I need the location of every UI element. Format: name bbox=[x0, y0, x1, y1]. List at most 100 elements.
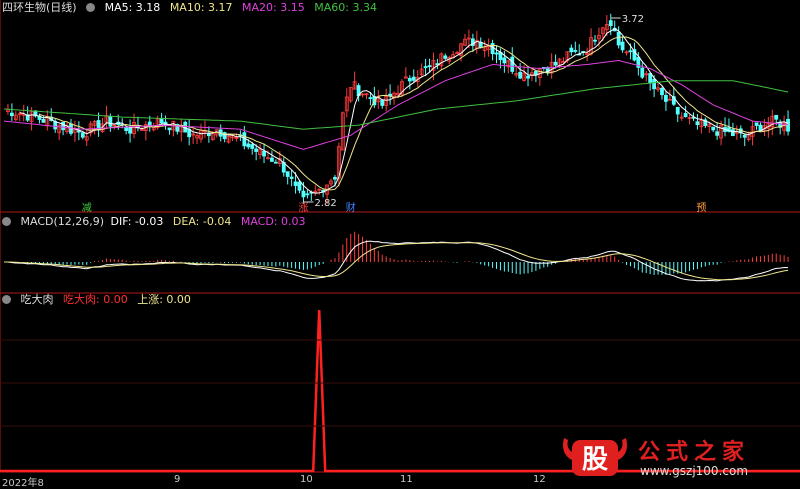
macd-label: MACD(12,26,9) bbox=[20, 215, 105, 228]
candle-body bbox=[427, 65, 432, 68]
candle-body bbox=[333, 176, 337, 180]
candle-body bbox=[774, 114, 779, 120]
candle-body bbox=[510, 56, 515, 72]
logo-icon: 股 bbox=[563, 438, 627, 476]
candle-body bbox=[695, 121, 700, 126]
dea-line bbox=[4, 242, 789, 281]
candle-body bbox=[108, 116, 113, 127]
ma60-line bbox=[3, 80, 789, 130]
candle-body bbox=[648, 73, 653, 84]
candle-body bbox=[124, 127, 129, 131]
candle-body bbox=[61, 121, 65, 131]
x-label: 11 bbox=[400, 474, 413, 485]
svg-text:股: 股 bbox=[582, 445, 608, 475]
signal-label: 涨 bbox=[298, 202, 308, 214]
candle-body bbox=[9, 112, 14, 117]
candle-body bbox=[616, 31, 621, 46]
candle-body bbox=[301, 190, 306, 198]
price-header: 四环生物(日线) MA5: 3.18 MA10: 3.17 MA20: 3.15… bbox=[2, 1, 383, 15]
x-label: 9 bbox=[174, 474, 181, 485]
dif-line bbox=[4, 240, 789, 282]
ma20-line bbox=[3, 59, 789, 150]
candle-body bbox=[305, 193, 310, 196]
candle-body bbox=[297, 181, 302, 191]
candle-body bbox=[368, 97, 373, 99]
settings-dot-icon[interactable] bbox=[2, 217, 11, 226]
candle-body bbox=[167, 127, 172, 131]
candle-body bbox=[526, 75, 530, 79]
indicator-value-1: 吃大肉: 0.00 bbox=[63, 293, 128, 306]
low-price-label: 2.82 bbox=[314, 198, 336, 209]
dea-value: DEA: -0.04 bbox=[172, 215, 232, 228]
candle-body bbox=[628, 50, 633, 53]
watermark-title: 公式之家 bbox=[638, 439, 751, 465]
stock-chart: 3.72 2.82 减 涨 财 预 bbox=[0, 0, 800, 473]
candlesticks bbox=[6, 13, 790, 205]
indicator-name: 吃大肉 bbox=[20, 293, 54, 306]
candle-body bbox=[502, 57, 507, 64]
candle-body bbox=[569, 47, 574, 53]
candle-body bbox=[742, 134, 747, 138]
candle-body bbox=[293, 181, 298, 186]
candle-body bbox=[518, 71, 523, 79]
candle-body bbox=[80, 132, 85, 138]
candle-body bbox=[270, 157, 274, 162]
indicator-header: 吃大肉 吃大肉: 0.00 上涨: 0.00 bbox=[2, 293, 197, 307]
candle-body bbox=[159, 118, 164, 124]
watermark-url: www.gszj100.com bbox=[640, 464, 749, 478]
candle-body bbox=[254, 148, 259, 152]
x-label: 12 bbox=[533, 474, 546, 485]
candle-body bbox=[289, 176, 294, 179]
dif-value: DIF: -0.03 bbox=[110, 215, 164, 228]
chart-labels: 3.72 2.82 减 涨 财 预 bbox=[82, 14, 707, 214]
watermark: 股 公式之家 www.gszj100.com bbox=[558, 430, 798, 480]
ma20-value: MA20: 3.15 bbox=[242, 1, 305, 14]
settings-dot-icon[interactable] bbox=[86, 3, 96, 12]
candle-body bbox=[731, 129, 735, 136]
candle-body bbox=[553, 61, 558, 66]
candle-body bbox=[407, 77, 412, 82]
macd-header: MACD(12,26,9) DIF: -0.03 DEA: -0.04 MACD… bbox=[2, 215, 312, 229]
signal-label: 预 bbox=[696, 202, 706, 214]
title: 四环生物(日线) bbox=[2, 1, 77, 14]
candle-body bbox=[41, 119, 46, 123]
signal-label: 财 bbox=[346, 201, 356, 214]
candle-body bbox=[754, 122, 759, 126]
signal-label: 减 bbox=[82, 202, 92, 214]
x-label: 10 bbox=[300, 474, 313, 485]
panel-dividers bbox=[0, 0, 800, 473]
candle-body bbox=[573, 50, 578, 52]
ma10-value: MA10: 3.17 bbox=[169, 1, 233, 14]
candle-body bbox=[494, 52, 499, 55]
candle-body bbox=[273, 161, 278, 164]
indicator-gridlines bbox=[0, 339, 800, 427]
candle-body bbox=[660, 87, 664, 96]
macd-panel bbox=[4, 231, 789, 282]
candle-body bbox=[683, 113, 688, 118]
candle-body bbox=[246, 143, 251, 148]
candle-body bbox=[380, 99, 385, 106]
candle-body bbox=[758, 124, 763, 131]
candle-body bbox=[128, 126, 132, 134]
high-price-label: 3.72 bbox=[622, 14, 644, 25]
candle-body bbox=[423, 66, 428, 69]
candle-body bbox=[711, 126, 716, 131]
settings-dot-icon[interactable] bbox=[2, 295, 11, 304]
macd-value: MACD: 0.03 bbox=[240, 215, 306, 228]
candle-body bbox=[411, 76, 416, 81]
candle-body bbox=[593, 39, 597, 42]
candle-body bbox=[675, 106, 680, 115]
candle-body bbox=[534, 70, 538, 76]
candle-body bbox=[652, 78, 656, 90]
moving-averages bbox=[3, 28, 789, 194]
ma5-value: MA5: 3.18 bbox=[104, 1, 161, 14]
candle-body bbox=[443, 55, 448, 59]
candle-body bbox=[715, 131, 720, 136]
candle-body bbox=[608, 20, 613, 27]
indicator-value-2: 上涨: 0.00 bbox=[137, 293, 191, 306]
candle-body bbox=[285, 171, 290, 177]
ma5-line bbox=[19, 28, 789, 194]
candle-body bbox=[640, 67, 645, 78]
ma60-value: MA60: 3.34 bbox=[314, 1, 377, 14]
candle-body bbox=[620, 41, 625, 51]
